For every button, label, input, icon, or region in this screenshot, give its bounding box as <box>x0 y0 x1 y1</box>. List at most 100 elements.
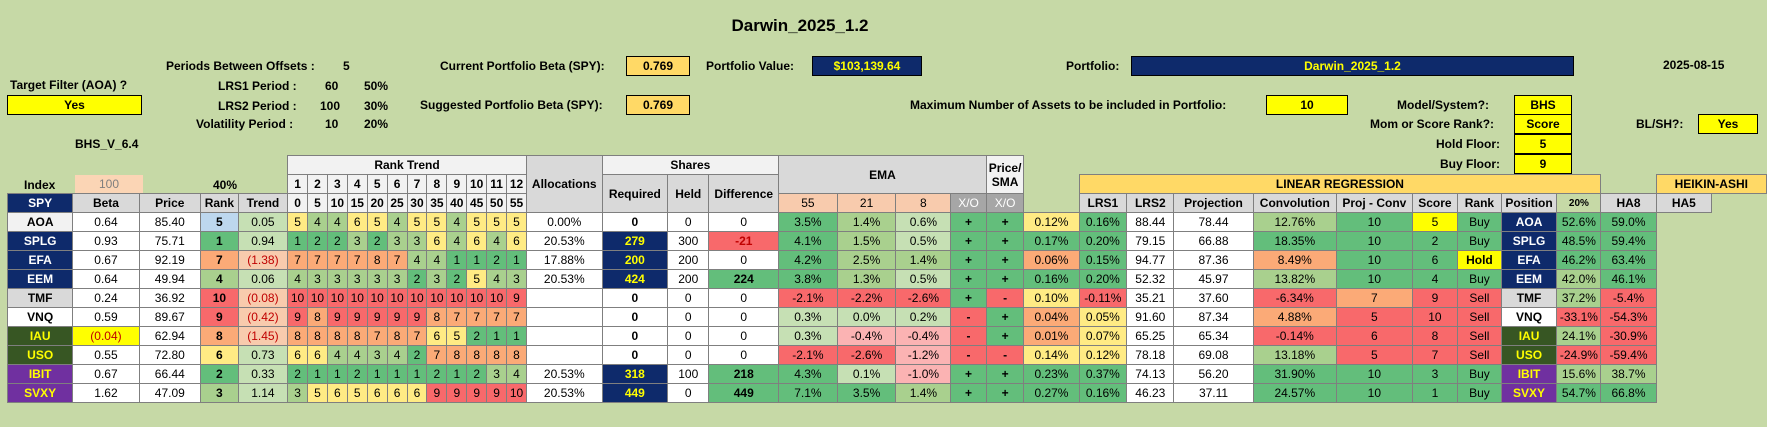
lr-rank-cell: 10 <box>1411 307 1459 327</box>
sma-xo-cell: + <box>985 250 1025 270</box>
rank-trend-cell: 2 <box>287 364 308 384</box>
ticker-cell-2[interactable]: AOA <box>1500 212 1558 232</box>
target-filter-label: Target Filter (AOA) ? <box>10 78 128 92</box>
ticker-cell[interactable]: IBIT <box>6 364 74 384</box>
target-filter-field[interactable]: Yes <box>7 95 142 115</box>
table-row[interactable]: EEM 0.64 49.94 4 0.06 4 3 3 3 3 3 2 3 2 5 4 3 20.53% 424 20… <box>6 269 1767 289</box>
difference-cell: 449 <box>708 383 780 403</box>
ticker-cell-2[interactable]: SPLG <box>1500 231 1558 251</box>
rank-mode-field[interactable]: Score <box>1514 114 1572 134</box>
max-assets-field[interactable]: 10 <box>1266 95 1348 115</box>
blsh-field[interactable]: Yes <box>1698 114 1758 134</box>
ticker-cell-2[interactable]: EEM <box>1500 269 1558 289</box>
table-row[interactable]: AOA 0.64 85.40 5 0.05 5 4 4 6 5 4 5 5 4 5 5 5 0.00% 0 0 0 3.5… <box>6 212 1767 232</box>
rank-trend-cell: 8 <box>426 307 448 327</box>
rank-trend-cell: 8 <box>346 326 368 346</box>
ticker-cell[interactable]: EEM <box>6 269 74 289</box>
convolution-cell: 45.97 <box>1173 269 1254 289</box>
projection-cell: 74.13 <box>1126 364 1175 384</box>
ticker-cell-2[interactable]: VNQ <box>1500 307 1558 327</box>
table-row[interactable]: SPLG 0.93 75.71 1 0.94 1 2 2 3 2 3 3 6 4 6 4 6 20.53% 279 3… <box>6 231 1767 251</box>
ema21-cell: 3.5% <box>836 383 897 403</box>
portfolio-name-field[interactable]: Darwin_2025_1.2 <box>1131 56 1574 76</box>
table-row[interactable]: EFA 0.67 92.19 7 (1.38) 7 7 7 7 8 7 4 4 1 1 2 1 17.88% 200… <box>6 250 1767 270</box>
linear-regression-header: LINEAR REGRESSION <box>1078 174 1602 194</box>
ema8-header: 8 <box>895 193 952 213</box>
ticker-cell[interactable]: AOA <box>6 212 74 232</box>
ticker-cell-2[interactable]: IBIT <box>1500 364 1558 384</box>
rank-trend-cell: 3 <box>366 269 388 289</box>
held-cell: 200 <box>667 269 710 289</box>
beta-cell: 1.62 <box>72 383 140 403</box>
lrs1-cell: 0.12% <box>1023 212 1080 232</box>
lrs2-cell: 0.16% <box>1078 212 1128 232</box>
lr-rank-cell: 8 <box>1411 326 1459 346</box>
current-beta-field[interactable]: 0.769 <box>626 56 690 76</box>
rank-trend-number: 3 <box>326 174 348 194</box>
ticker-cell[interactable]: IAU <box>6 326 74 346</box>
ema55-cell: 0.3% <box>778 326 838 346</box>
rank-cell: 8 <box>200 326 239 346</box>
suggested-beta-field[interactable]: 0.769 <box>626 95 690 115</box>
model-label: Model/System?: <box>1397 98 1490 112</box>
rank-trend-cell: 7 <box>486 307 508 327</box>
ticker-cell[interactable]: EFA <box>6 250 74 270</box>
rank-trend-cell: 2 <box>346 364 368 384</box>
rank-trend-offset: 40 <box>446 193 468 213</box>
ema21-cell: 0.1% <box>836 364 897 384</box>
ticker-cell[interactable]: VNQ <box>6 307 74 327</box>
position-cell: Buy <box>1457 212 1502 232</box>
position-cell: Sell <box>1457 288 1502 308</box>
rank-trend-cell: 5 <box>287 212 308 232</box>
rank-trend-cell: 7 <box>386 250 408 270</box>
rank-trend-cell: 6 <box>287 345 308 365</box>
ha5-header: HA5 <box>1655 193 1713 213</box>
ema-header: EMA <box>778 155 987 194</box>
difference-cell: 0 <box>708 326 780 346</box>
ema21-cell: 0.0% <box>836 307 897 327</box>
ticker-cell-2[interactable]: IAU <box>1500 326 1558 346</box>
ticker-cell-2[interactable]: TMF <box>1500 288 1558 308</box>
table-row[interactable]: USO 0.55 72.80 6 0.73 6 6 4 4 3 4 2 7 8 8 8 8 0 0 0 -2.1% -2.… <box>6 345 1767 365</box>
score-cell: 10 <box>1336 212 1413 232</box>
ticker-cell[interactable]: SVXY <box>6 383 74 403</box>
rank-trend-cell: 6 <box>366 383 388 403</box>
rank-trend-cell: 3 <box>386 231 408 251</box>
allocation-cell: 17.88% <box>525 250 603 270</box>
ema55-header: 55 <box>778 193 838 213</box>
proj-conv-cell: 13.18% <box>1252 345 1338 365</box>
price-sma-header: Price/ SMA <box>985 155 1025 194</box>
lrs1-cell: 0.04% <box>1023 307 1080 327</box>
table-row[interactable]: VNQ 0.59 89.67 9 (0.42) 9 8 9 9 9 9 9 8 7 7 7 7 0 0 0 0.3% 0.… <box>6 307 1767 327</box>
table-row[interactable]: IAU (0.04) 62.94 8 (1.45) 8 8 8 8 7 8 7 6 5 2 1 1 0 0 0 0.3%… <box>6 326 1767 346</box>
lrs1-cell: 0.10% <box>1023 288 1080 308</box>
table-row[interactable]: TMF 0.24 36.92 10 (0.08) 10 10 10 10 10 10 10 10 10 10… <box>6 288 1767 308</box>
projection-cell: 46.23 <box>1126 383 1175 403</box>
model-field[interactable]: BHS <box>1514 95 1572 115</box>
ticker-cell[interactable]: USO <box>6 345 74 365</box>
ema-xo-cell: - <box>950 326 987 346</box>
hold-floor-field[interactable]: 5 <box>1514 134 1572 154</box>
trend-cell: 0.94 <box>237 231 289 251</box>
ticker-cell-2[interactable]: USO <box>1500 345 1558 365</box>
ticker-cell[interactable]: TMF <box>6 288 74 308</box>
ticker-cell[interactable]: SPLG <box>6 231 74 251</box>
lrs1-cell: 0.23% <box>1023 364 1080 384</box>
required-cell: 0 <box>601 345 669 365</box>
ticker-cell-2[interactable]: EFA <box>1500 250 1558 270</box>
table-row[interactable]: SVXY 1.62 47.09 3 1.14 3 5 6 5 6 6 6 9 9 9 9 10 20.53% 449… <box>6 383 1767 403</box>
trend-cell: (0.08) <box>237 288 289 308</box>
ema8-cell: 0.6% <box>895 212 952 232</box>
trend-cell: (0.42) <box>237 307 289 327</box>
table-row[interactable]: IBIT 0.67 66.44 2 0.33 2 1 1 2 1 1 1 2 1 2 3 4 20.53% 318 1… <box>6 364 1767 384</box>
beta-cell: 0.67 <box>72 250 140 270</box>
held-cell: 0 <box>667 326 710 346</box>
rank-cell: 2 <box>200 364 239 384</box>
ema21-cell: 1.5% <box>836 231 897 251</box>
score-cell: 5 <box>1336 345 1413 365</box>
report-date: 2025-08-15 <box>1663 58 1725 72</box>
rank-trend-cell: 4 <box>287 269 308 289</box>
ticker-cell-2[interactable]: SVXY <box>1500 383 1558 403</box>
header-row-1: Rank Trend Allocations Shares EMA Price/ SMA <box>8 155 1767 213</box>
proj-conv-header: Proj - Conv <box>1336 193 1413 213</box>
